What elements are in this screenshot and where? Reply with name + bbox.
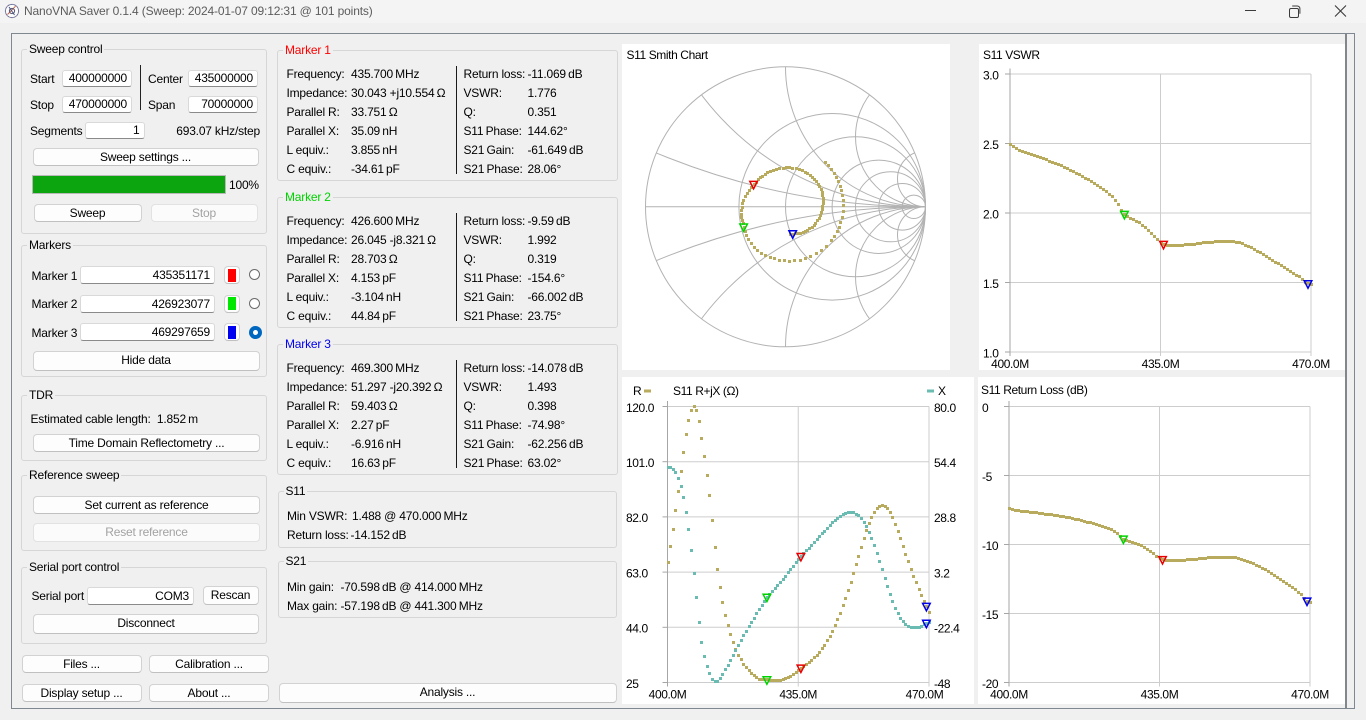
svg-text:R: R [633,384,642,398]
svg-text:63.0: 63.0 [626,566,648,580]
svg-text:S11 R+jX (Ω): S11 R+jX (Ω) [673,384,739,398]
svg-text:X: X [938,384,946,398]
svg-text:28.8: 28.8 [934,511,956,525]
svg-text:S11 VSWR: S11 VSWR [983,48,1040,62]
svg-text:470.0M: 470.0M [1291,688,1329,702]
svg-text:120.0: 120.0 [626,401,655,415]
svg-text:3.0: 3.0 [983,68,999,82]
svg-text:435.0M: 435.0M [1142,357,1180,370]
svg-text:-5: -5 [982,470,993,484]
svg-text:470.0M: 470.0M [906,688,944,702]
svg-text:44.0: 44.0 [626,622,648,636]
svg-text:S11 Smith Chart: S11 Smith Chart [627,48,709,62]
svg-text:400.0M: 400.0M [649,688,687,702]
svg-text:82.0: 82.0 [626,511,648,525]
svg-text:1.5: 1.5 [983,277,999,291]
svg-text:400.0M: 400.0M [990,688,1028,702]
svg-text:0: 0 [982,401,989,415]
svg-text:-15: -15 [982,608,999,622]
svg-text:3.2: 3.2 [934,566,950,580]
svg-text:435.0M: 435.0M [779,688,817,702]
svg-text:2.5: 2.5 [983,138,999,152]
svg-text:2.0: 2.0 [983,207,999,221]
svg-text:54.4: 54.4 [934,456,956,470]
svg-text:-10: -10 [982,539,999,553]
svg-text:101.0: 101.0 [626,456,655,470]
svg-text:-22.4: -22.4 [934,622,960,636]
svg-text:400.0M: 400.0M [991,357,1029,370]
svg-text:80.0: 80.0 [934,401,956,415]
svg-text:25: 25 [626,677,639,691]
svg-text:470.0M: 470.0M [1292,357,1330,370]
svg-text:435.0M: 435.0M [1141,688,1179,702]
svg-text:S11 Return Loss (dB): S11 Return Loss (dB) [981,383,1088,397]
